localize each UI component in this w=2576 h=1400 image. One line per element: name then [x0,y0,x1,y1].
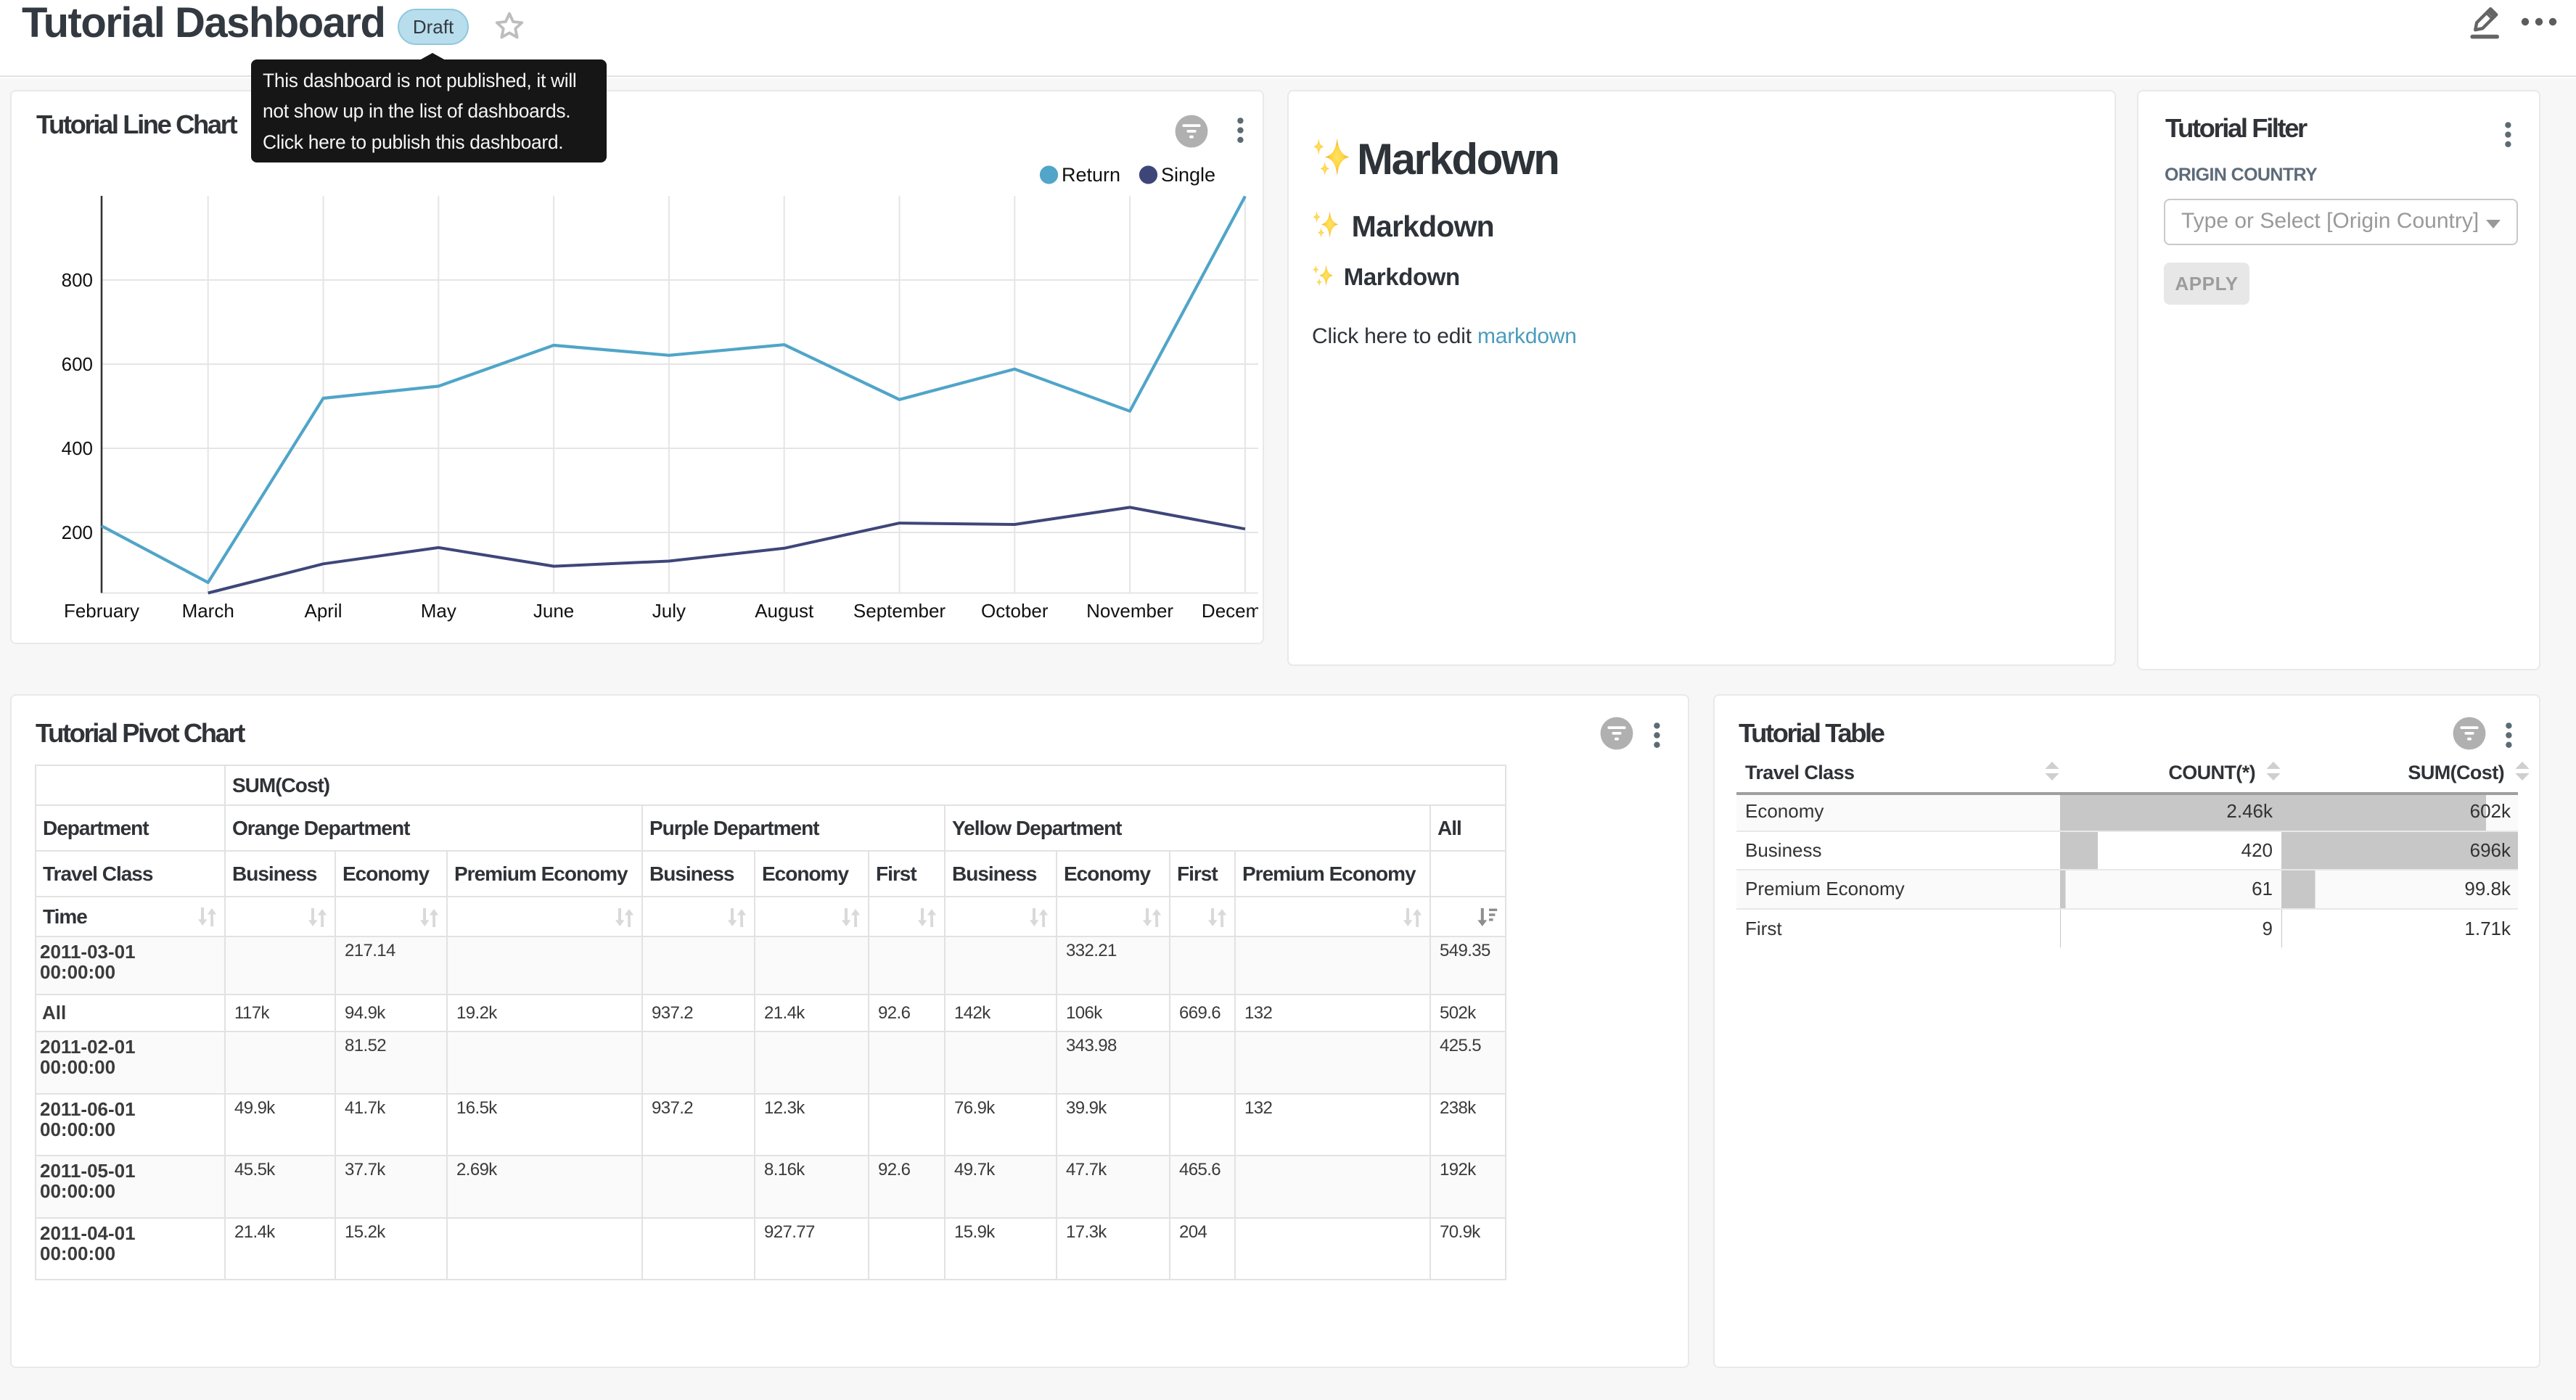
svg-text:600: 600 [62,353,93,375]
svg-text:June: June [533,600,574,622]
svg-text:March: March [182,600,234,622]
svg-text:July: July [652,600,686,622]
svg-text:September: September [853,600,946,622]
svg-text:October: October [981,600,1049,622]
svg-text:Single: Single [1161,164,1215,186]
svg-text:May: May [421,600,456,622]
svg-text:December: December [1202,600,1258,622]
svg-text:800: 800 [62,269,93,291]
svg-text:Return: Return [1062,164,1120,186]
svg-text:400: 400 [62,437,93,459]
svg-text:April: April [304,600,342,622]
svg-text:February: February [64,600,139,622]
svg-text:November: November [1086,600,1173,622]
svg-text:August: August [755,600,814,622]
svg-text:200: 200 [62,522,93,543]
